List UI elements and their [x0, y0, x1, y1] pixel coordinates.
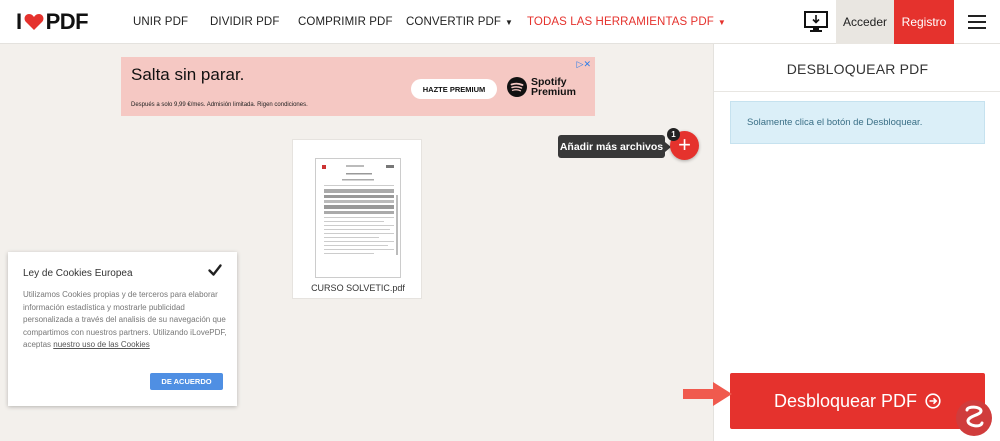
cookie-policy-link[interactable]: nuestro uso de las Cookies — [53, 340, 150, 349]
ad-premium-button[interactable]: HAZTE PREMIUM — [411, 79, 497, 99]
unlock-sidebar: DESBLOQUEAR PDF Solamente clica el botón… — [713, 44, 1000, 441]
checkmark-icon[interactable] — [207, 262, 223, 278]
nav-compress-pdf[interactable]: COMPRIMIR PDF — [298, 0, 393, 44]
nav-split-pdf[interactable]: DIVIDIR PDF — [210, 0, 279, 44]
panel-title: DESBLOQUEAR PDF — [786, 61, 929, 77]
desktop-download-icon — [804, 11, 828, 32]
nav-label: UNIR PDF — [133, 16, 189, 28]
file-card[interactable]: CURSO SOLVETIC.pdf — [292, 139, 422, 299]
ilovepdf-logo[interactable]: I PDF — [16, 9, 89, 34]
nav-label: TODAS LAS HERRAMIENTAS PDF — [527, 16, 714, 28]
divider — [714, 91, 1000, 92]
caret-down-icon: ▼ — [505, 17, 514, 27]
caret-down-icon: ▼ — [717, 17, 726, 27]
spotify-icon — [507, 77, 527, 97]
unlock-pdf-button[interactable]: Desbloquear PDF — [730, 373, 985, 429]
cookie-description: Utilizamos Cookies propias y de terceros… — [23, 289, 228, 352]
ad-close-icon[interactable]: ▷✕ — [577, 59, 591, 70]
nav-all-tools[interactable]: TODAS LAS HERRAMIENTAS PDF ▼ — [527, 0, 726, 44]
advertisement-banner[interactable]: Salta sin parar. Después a solo 9,99 €/m… — [121, 57, 595, 116]
spotify-brand-text: Spotify Premium — [531, 77, 576, 98]
watermark-logo-icon — [956, 400, 992, 436]
top-navbar: I PDF UNIR PDF DIVIDIR PDF COMPRIMIR PDF… — [0, 0, 1000, 44]
nav-merge-pdf[interactable]: UNIR PDF — [133, 0, 188, 44]
desktop-app-button[interactable] — [796, 0, 836, 44]
hamburger-icon — [968, 15, 986, 29]
plus-icon: + — [678, 131, 691, 157]
nav-label: COMPRIMIR PDF — [298, 16, 393, 28]
logo-text: PDF — [45, 9, 89, 34]
cookie-title: Ley de Cookies Europea — [23, 268, 133, 279]
pdf-thumbnail — [315, 158, 401, 278]
spotify-logo: Spotify Premium — [507, 77, 576, 97]
info-message: Solamente clica el botón de Desbloquear. — [730, 101, 985, 144]
unlock-button-label: Desbloquear PDF — [773, 390, 918, 411]
menu-button[interactable] — [960, 12, 990, 32]
add-more-files-tooltip: Añadir más archivos — [558, 135, 671, 158]
logo-letter: I — [16, 9, 22, 34]
nav-label: CONVERTIR PDF — [406, 16, 502, 28]
pdf-preview-image — [322, 165, 398, 255]
nav-label: DIVIDIR PDF — [210, 16, 280, 28]
brand-line-2: Premium — [531, 86, 576, 98]
cookie-consent-dialog: Ley de Cookies Europea Utilizamos Cookie… — [8, 252, 237, 406]
arrow-circle-right-icon — [925, 393, 941, 409]
cookie-accept-button[interactable]: DE ACUERDO — [150, 373, 223, 390]
ad-headline: Salta sin parar. — [131, 65, 245, 84]
heart-icon — [24, 14, 44, 30]
ad-fine-print: Después a solo 9,99 €/mes. Admisión limi… — [131, 102, 308, 108]
file-count-badge: 1 — [667, 128, 680, 141]
register-button[interactable]: Registro — [894, 0, 954, 44]
pointer-arrow-icon — [683, 382, 732, 406]
login-button[interactable]: Acceder — [836, 0, 894, 44]
file-name: CURSO SOLVETIC.pdf — [311, 283, 405, 293]
nav-convert-pdf[interactable]: CONVERTIR PDF ▼ — [406, 0, 513, 44]
